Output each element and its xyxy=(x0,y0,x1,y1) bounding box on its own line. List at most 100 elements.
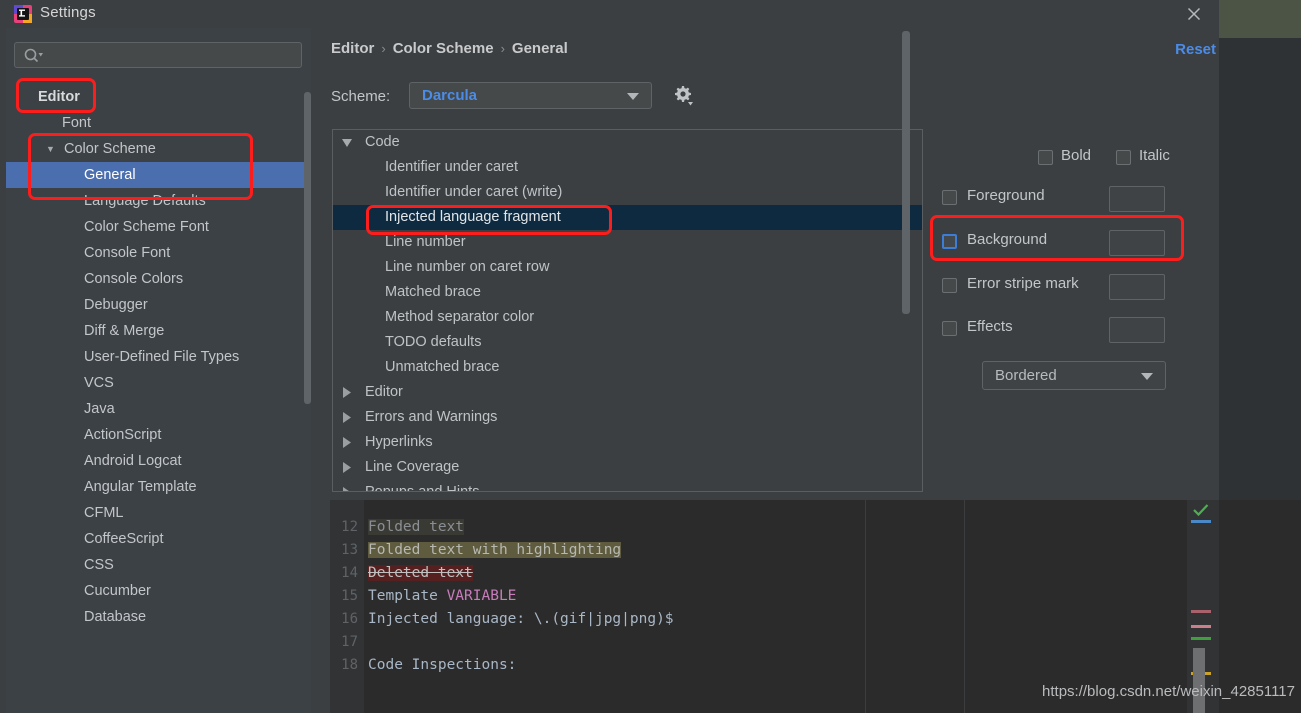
error-stripe-panel[interactable] xyxy=(1187,500,1219,713)
sidebar-item-editor[interactable]: Editor xyxy=(6,84,311,110)
preview-line-number: 16 xyxy=(341,611,358,627)
sidebar-item-label: Debugger xyxy=(84,297,148,313)
tree-row-identifier-under-caret-write[interactable]: Identifier under caret (write) xyxy=(333,180,922,205)
bold-label: Bold xyxy=(1061,147,1092,164)
effects-color-swatch[interactable] xyxy=(1109,317,1165,343)
tree-row-matched-brace[interactable]: Matched brace xyxy=(333,280,922,305)
sidebar-item-android-logcat[interactable]: Android Logcat xyxy=(6,448,311,474)
tree-row-injected-language-fragment[interactable]: Injected language fragment xyxy=(333,205,922,230)
intellij-idea-icon xyxy=(14,5,32,23)
scheme-combo[interactable]: Darcula xyxy=(409,82,652,109)
sidebar-item-cucumber[interactable]: Cucumber xyxy=(6,578,311,604)
preview-line-number: 18 xyxy=(341,657,358,673)
preview-line-text: Template VARIABLE xyxy=(368,585,516,608)
tree-row-popups-and-hints[interactable]: Popups and Hints xyxy=(333,480,922,491)
error-stripe-checkbox[interactable] xyxy=(942,278,957,293)
tree-row-errors-and-warnings[interactable]: Errors and Warnings xyxy=(333,405,922,430)
search-input[interactable] xyxy=(14,42,302,68)
sidebar-item-color-scheme-font[interactable]: Color Scheme Font xyxy=(6,214,311,240)
sidebar-item-debugger[interactable]: Debugger xyxy=(6,292,311,318)
sidebar-item-database[interactable]: Database xyxy=(6,604,311,630)
chevron-right-icon[interactable] xyxy=(341,405,353,430)
sidebar-item-user-defined-file-types[interactable]: User-Defined File Types xyxy=(6,344,311,370)
sidebar-item-language-defaults[interactable]: Language Defaults xyxy=(6,188,311,214)
sidebar-item-vcs[interactable]: VCS xyxy=(6,370,311,396)
background-color-swatch[interactable] xyxy=(1109,230,1165,256)
tree-scrollbar-thumb[interactable] xyxy=(902,31,910,314)
sidebar-item-label: Cucumber xyxy=(84,583,151,599)
sidebar-item-cfml[interactable]: CFML xyxy=(6,500,311,526)
color-settings-tree[interactable]: Code Identifier under caret Identifier und… xyxy=(332,129,923,492)
tree-row-label: Line number on caret row xyxy=(385,259,550,275)
error-stripe-mark[interactable] xyxy=(1191,637,1211,640)
breadcrumb-item-general[interactable]: General xyxy=(512,40,568,57)
tree-row-line-number[interactable]: Line number xyxy=(333,230,922,255)
preview-line-text: Code Inspections: xyxy=(368,654,516,677)
sidebar-item-general[interactable]: General xyxy=(6,162,311,188)
chevron-down-icon[interactable]: ▼ xyxy=(46,136,55,162)
chevron-right-icon[interactable] xyxy=(341,480,353,491)
sidebar-item-font[interactable]: Font xyxy=(6,110,311,136)
chevron-right-icon[interactable] xyxy=(341,430,353,455)
effects-checkbox[interactable] xyxy=(942,321,957,336)
sidebar-item-color-scheme[interactable]: ▼ Color Scheme xyxy=(6,136,311,162)
effects-type-combo[interactable]: Bordered xyxy=(982,361,1166,390)
foreground-color-swatch[interactable] xyxy=(1109,186,1165,212)
sidebar-item-diff-merge[interactable]: Diff & Merge xyxy=(6,318,311,344)
foreground-checkbox[interactable] xyxy=(942,190,957,205)
error-stripe-color-swatch[interactable] xyxy=(1109,274,1165,300)
reset-link[interactable]: Reset xyxy=(1175,41,1216,58)
preview-token: VARIABLE xyxy=(446,588,517,604)
background-checkbox[interactable] xyxy=(942,234,957,249)
chevron-right-icon[interactable] xyxy=(341,380,353,405)
chevron-down-icon xyxy=(1141,373,1153,380)
tree-row-line-number-on-caret-row[interactable]: Line number on caret row xyxy=(333,255,922,280)
preview-token: Folded text with highlighting xyxy=(368,542,622,558)
tree-row-identifier-under-caret[interactable]: Identifier under caret xyxy=(333,155,922,180)
sidebar-item-label: Color Scheme Font xyxy=(84,219,209,235)
sidebar-item-actionscript[interactable]: ActionScript xyxy=(6,422,311,448)
sidebar-item-label: Diff & Merge xyxy=(84,323,165,339)
scheme-combo-value: Darcula xyxy=(422,87,478,104)
sidebar-item-label: CoffeeScript xyxy=(84,531,164,547)
sidebar-item-label: VCS xyxy=(84,375,114,391)
tree-row-editor[interactable]: Editor xyxy=(333,380,922,405)
gear-icon[interactable] xyxy=(671,84,695,108)
sidebar-item-css[interactable]: CSS xyxy=(6,552,311,578)
error-stripe-mark[interactable] xyxy=(1191,625,1211,628)
sidebar-item-console-colors[interactable]: Console Colors xyxy=(6,266,311,292)
breadcrumb-item-editor[interactable]: Editor xyxy=(331,40,374,57)
tree-row-label: Injected language fragment xyxy=(385,209,561,225)
tree-row-label: Identifier under caret (write) xyxy=(385,184,563,200)
search-icon xyxy=(23,47,45,65)
close-icon[interactable] xyxy=(1181,3,1207,25)
bold-checkbox[interactable] xyxy=(1038,150,1053,165)
tree-row-label: Hyperlinks xyxy=(365,434,433,450)
sidebar-item-java[interactable]: Java xyxy=(6,396,311,422)
chevron-right-icon[interactable] xyxy=(341,455,353,480)
preview-token: Injected language: \.(gif|jpg|png)$ xyxy=(368,611,674,627)
error-stripe-mark[interactable] xyxy=(1191,520,1211,523)
sidebar-scrollbar-thumb[interactable] xyxy=(304,92,311,404)
italic-checkbox[interactable] xyxy=(1116,150,1131,165)
error-stripe-mark[interactable] xyxy=(1191,610,1211,613)
breadcrumb-item-color-scheme[interactable]: Color Scheme xyxy=(393,40,494,57)
sidebar-item-angular-template[interactable]: Angular Template xyxy=(6,474,311,500)
tree-row-code[interactable]: Code xyxy=(333,130,922,155)
italic-label: Italic xyxy=(1139,147,1170,164)
tree-row-method-separator-color[interactable]: Method separator color xyxy=(333,305,922,330)
tree-row-hyperlinks[interactable]: Hyperlinks xyxy=(333,430,922,455)
tree-row-unmatched-brace[interactable]: Unmatched brace xyxy=(333,355,922,380)
tree-row-label: Matched brace xyxy=(385,284,481,300)
tree-row-todo-defaults[interactable]: TODO defaults xyxy=(333,330,922,355)
sidebar-item-label: Database xyxy=(84,609,147,625)
tree-row-line-coverage[interactable]: Line Coverage xyxy=(333,455,922,480)
sidebar-item-coffeescript[interactable]: CoffeeScript xyxy=(6,526,311,552)
chevron-down-icon[interactable] xyxy=(341,130,353,155)
preview-editor[interactable]: 12 Folded text 13 Folded text with highligh… xyxy=(330,500,1301,713)
tree-row-label: Code xyxy=(365,134,400,150)
foreground-label: Foreground xyxy=(967,187,1045,204)
sidebar-item-console-font[interactable]: Console Font xyxy=(6,240,311,266)
tree-row-label: Unmatched brace xyxy=(385,359,500,375)
stripe-scroll-thumb[interactable] xyxy=(1193,648,1205,713)
